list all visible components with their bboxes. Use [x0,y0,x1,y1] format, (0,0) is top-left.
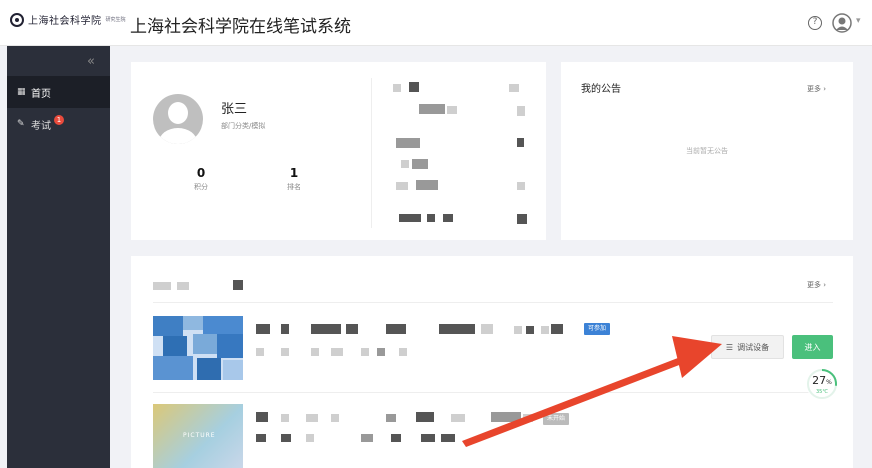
arrow-annotation-icon [462,336,722,447]
gauge-value: 27% [812,374,832,387]
performance-gauge[interactable]: 27% 35℃ [806,368,838,400]
gauge-temperature: 35℃ [816,389,828,395]
